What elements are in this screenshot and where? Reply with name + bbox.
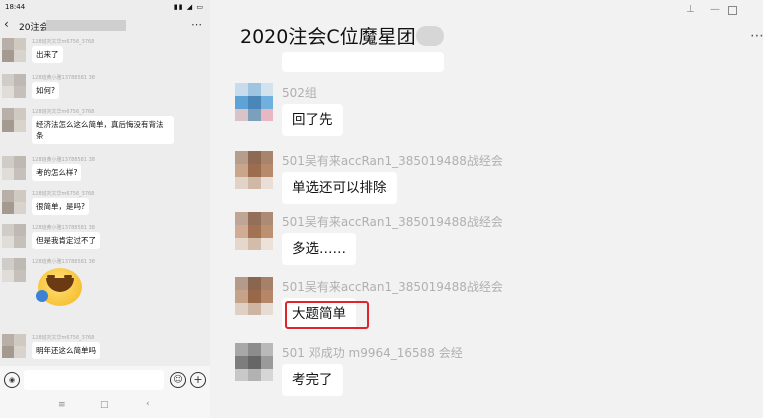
phone-nav-bar: ≡ □ ‹ xyxy=(0,394,210,418)
avatar[interactable] xyxy=(2,258,26,282)
sender-name: 128班黄小雅13788581 38 xyxy=(32,225,95,231)
back-icon[interactable]: ‹ xyxy=(4,17,9,31)
message-bubble[interactable] xyxy=(282,52,444,72)
message-bubble[interactable]: 回了先 xyxy=(282,104,343,136)
phone-chat-title: 20注会 xyxy=(19,23,49,33)
avatar[interactable] xyxy=(2,224,26,248)
message-bubble[interactable]: 考完了 xyxy=(282,364,343,396)
sender-name: 128班黄小雅13788581 38 xyxy=(32,157,95,163)
sender-name: 128班刘文华m6756_3768 xyxy=(32,109,95,115)
sender-name: 501吴有来accRan1_385019488战经会 xyxy=(282,215,503,229)
message-bubble[interactable]: 明年还这么简单吗 xyxy=(32,342,100,359)
sender-name: 128班黄小雅13788581 38 xyxy=(32,75,95,81)
status-time: 18:44 xyxy=(5,3,26,11)
chat-message: 501吴有来accRan1_385019488战经会 单选还可以排除 xyxy=(210,151,763,207)
message-bubble[interactable]: 很简单，是吗? xyxy=(32,198,89,215)
message-bubble[interactable]: 但是我肯定过不了 xyxy=(32,232,100,249)
emoji-icon[interactable]: ☺ xyxy=(170,372,186,388)
status-bar: 18:44 ▮▮ ◢ ▭ xyxy=(0,0,210,14)
more-icon[interactable]: ⋯ xyxy=(191,18,202,31)
blurred-title-region xyxy=(416,26,444,46)
more-icon[interactable]: ⋯ xyxy=(750,28,763,44)
sender-name: 501 邓成功 m9964_16588 会经 xyxy=(282,346,463,360)
chat-message: 501吴有来accRan1_385019488战经会 多选…… xyxy=(210,212,763,268)
avatar[interactable] xyxy=(235,212,273,250)
laughing-emoji-sticker[interactable] xyxy=(36,268,82,306)
phone-message-input[interactable] xyxy=(24,370,164,390)
chat-message: 501 邓成功 m9964_16588 会经 考完了 xyxy=(210,343,763,399)
avatar[interactable] xyxy=(235,277,273,315)
highlight-box xyxy=(285,301,369,329)
sender-name: 502组 xyxy=(282,86,317,100)
menu-icon[interactable]: ≡ xyxy=(58,400,66,410)
voice-icon[interactable]: ◉ xyxy=(4,372,20,388)
emoji-mouth xyxy=(46,278,74,292)
avatar[interactable] xyxy=(2,74,26,98)
blurred-title-region xyxy=(46,20,126,31)
message-bubble[interactable]: 如何? xyxy=(32,82,59,99)
plus-icon[interactable]: + xyxy=(190,372,206,388)
message-bubble[interactable]: 出来了 xyxy=(32,46,63,63)
avatar[interactable] xyxy=(2,190,26,214)
avatar[interactable] xyxy=(235,83,273,121)
home-icon[interactable]: □ xyxy=(100,400,109,410)
minimize-icon[interactable]: — xyxy=(710,4,720,15)
status-icons: ▮▮ ◢ ▭ xyxy=(173,3,204,11)
sender-name: 128班黄小雅13788581 38 xyxy=(32,259,95,265)
sender-name: 501吴有来accRan1_385019488战经会 xyxy=(282,154,503,168)
sender-name: 128班刘文华m6756_3768 xyxy=(32,191,95,197)
group-title: 2020注会C位魔星团 xyxy=(240,26,416,48)
nav-back-icon[interactable]: ‹ xyxy=(146,399,150,409)
avatar[interactable] xyxy=(235,151,273,189)
phone-chat-header: ‹ 20注会 ⋯ xyxy=(0,14,210,38)
sender-name: 128班刘文华m6756_3768 xyxy=(32,39,95,45)
avatar[interactable] xyxy=(2,38,26,62)
desktop-chat-window: 2020注会C位魔星团 ⊥ — ⋯ 502组 回了先 501吴有来accRan1… xyxy=(210,0,763,418)
avatar[interactable] xyxy=(2,334,26,358)
sender-name: 501吴有来accRan1_385019488战经会 xyxy=(282,280,503,294)
message-bubble[interactable]: 经济法怎么这么简单，真后悔没有背法条 xyxy=(32,116,174,144)
phone-message: 128班黄小雅13788581 38 xyxy=(0,258,210,318)
maximize-icon[interactable] xyxy=(728,6,737,15)
avatar[interactable] xyxy=(2,156,26,180)
avatar[interactable] xyxy=(235,343,273,381)
phone-screenshot: 18:44 ▮▮ ◢ ▭ ‹ 20注会 ⋯ 128班刘文华m6756_3768 … xyxy=(0,0,210,418)
avatar[interactable] xyxy=(2,108,26,132)
chat-message: 502组 回了先 xyxy=(210,83,763,139)
sender-name: 128班刘文华m6756_3768 xyxy=(32,335,95,341)
phone-input-bar: ◉ ☺ + xyxy=(0,366,210,394)
pin-icon[interactable]: ⊥ xyxy=(686,4,695,15)
message-bubble[interactable]: 考的怎么样? xyxy=(32,164,82,181)
emoji-hand xyxy=(36,290,48,302)
message-bubble[interactable]: 单选还可以排除 xyxy=(282,172,397,204)
message-bubble[interactable]: 多选…… xyxy=(282,233,356,265)
